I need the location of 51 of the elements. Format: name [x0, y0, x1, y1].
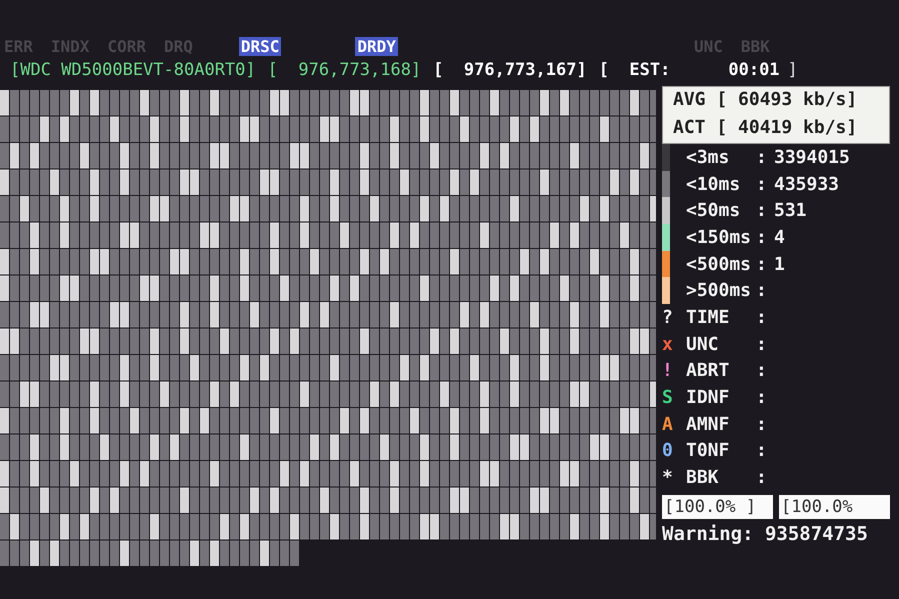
error-label: UNC — [686, 334, 720, 355]
colon-text: : — [756, 467, 768, 488]
error-label: AMNF — [686, 414, 730, 435]
error-label: TIME — [686, 306, 730, 328]
colon-text: : — [756, 306, 768, 328]
drive-info-text: [ 976,773,167] — [433, 60, 587, 80]
colon-text: : — [756, 440, 768, 462]
error-symbol: x — [662, 334, 674, 355]
colon-text: : — [756, 200, 768, 222]
colon-text: : — [756, 414, 768, 435]
error-symbol: ! — [662, 360, 674, 382]
error-symbol: 0 — [662, 440, 674, 462]
latency-label: <500ms — [686, 254, 752, 275]
latency-count: 3394015 — [774, 146, 850, 168]
latency-label: >500ms — [686, 280, 752, 302]
drive-info-text: [ EST: — [598, 60, 670, 80]
latency-label: <10ms — [686, 174, 742, 195]
colon-text: : — [756, 280, 768, 302]
drive-info-text: 00:01 — [728, 60, 780, 80]
colon-text: : — [756, 334, 768, 355]
colon-text: : — [756, 226, 768, 248]
drive-info-text: [ 976,773,168] — [268, 60, 422, 80]
colon-text: : — [756, 387, 768, 408]
error-symbol: S — [662, 387, 674, 408]
speed-reading: ACT [ 40419 kb/s] — [672, 116, 858, 140]
error-symbol: ? — [662, 306, 674, 328]
colon-text: : — [756, 360, 768, 382]
latency-label: <3ms — [686, 146, 730, 168]
error-symbol: A — [662, 414, 674, 435]
colon-text: : — [756, 146, 768, 168]
error-symbol: * — [662, 467, 674, 488]
latency-count: 435933 — [774, 174, 840, 195]
latency-label: <150ms — [686, 226, 752, 248]
error-label: ABRT — [686, 360, 730, 382]
latency-count: 4 — [774, 226, 785, 248]
latency-count: 1 — [774, 254, 785, 275]
drive-info-text: [WDC WD5000BEVT-80A0RT0] — [10, 60, 256, 80]
colon-text: : — [756, 254, 768, 275]
progress-bar: [100.0% ] — [662, 494, 773, 519]
error-label: T0NF — [686, 440, 730, 462]
progress-bar: [100.0% — [779, 494, 890, 519]
drive-info-text: ] — [788, 60, 798, 80]
register-flag: DRDY — [355, 36, 398, 56]
warning-text: Warning: 935874735 — [662, 522, 869, 545]
latency-label: <50ms — [686, 200, 742, 222]
latency-count: 531 — [774, 200, 807, 222]
error-label: BBK — [686, 467, 720, 488]
speed-reading: AVG [ 60493 kb/s] — [672, 88, 858, 112]
register-flag: DRSC — [238, 36, 282, 56]
error-label: IDNF — [686, 387, 730, 408]
colon-text: : — [756, 174, 768, 195]
